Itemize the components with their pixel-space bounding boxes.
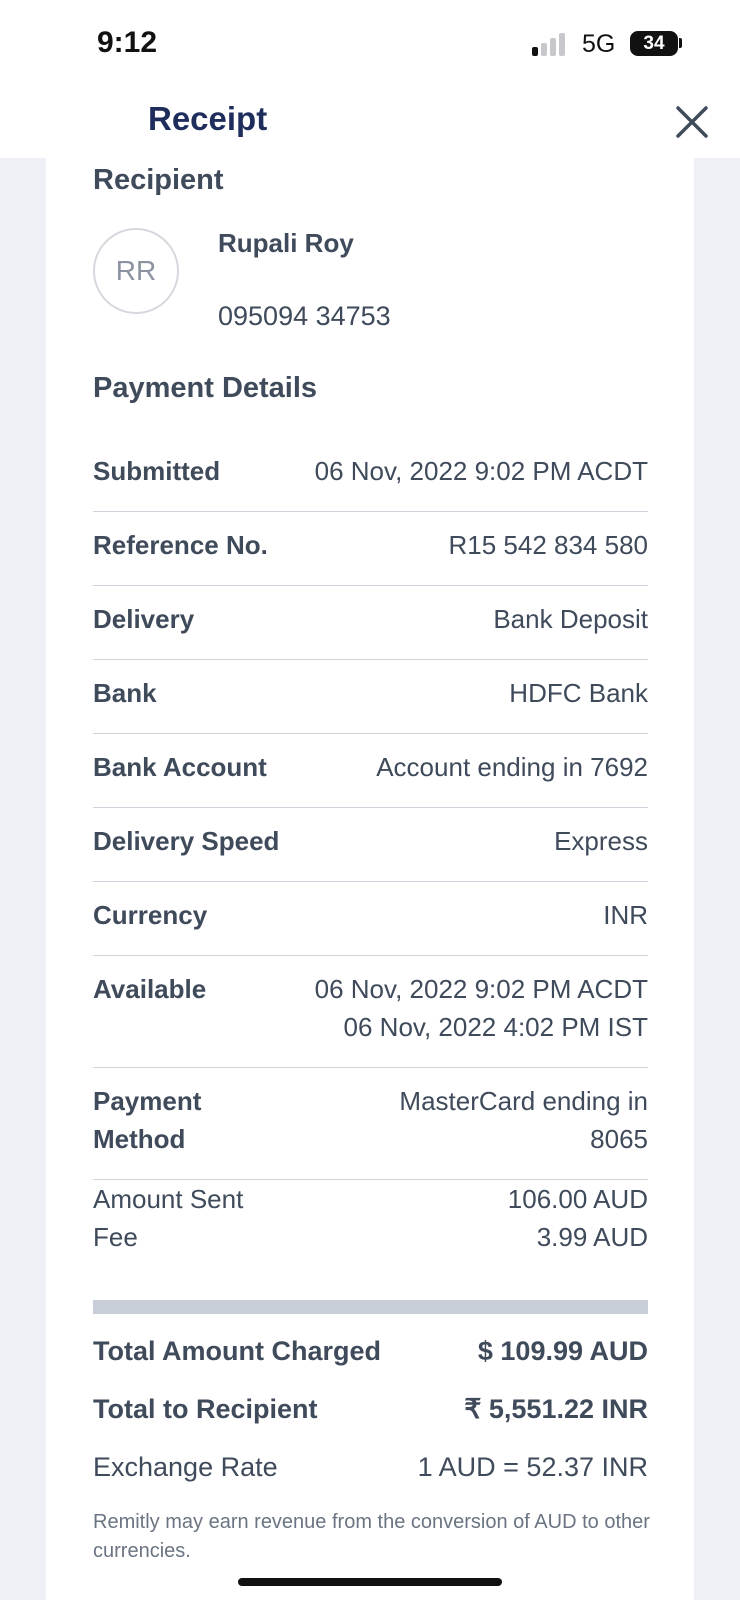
detail-label: Delivery — [93, 604, 195, 634]
detail-label: Submitted — [93, 456, 221, 486]
detail-label: Currency — [93, 900, 208, 930]
close-button[interactable] — [670, 100, 714, 144]
battery-tip — [679, 38, 682, 48]
fee-value: 3.99 AUD — [536, 1222, 648, 1252]
detail-value: INR — [603, 900, 648, 930]
detail-value: Express — [554, 826, 648, 856]
detail-value: MasterCard ending in 8065 — [399, 1086, 648, 1154]
detail-value: HDFC Bank — [509, 678, 648, 708]
fee-row: Fee 3.99 AUD — [93, 1218, 648, 1256]
home-indicator — [238, 1578, 502, 1586]
detail-label: Delivery Speed — [93, 826, 280, 856]
total-recipient-value: ₹ 5,551.22 INR — [464, 1394, 648, 1424]
total-recipient-label: Total to Recipient — [93, 1394, 318, 1424]
exchange-rate-row: Exchange Rate 1 AUD = 52.37 INR — [93, 1450, 648, 1508]
amount-sent-row: Amount Sent 106.00 AUD — [93, 1180, 648, 1218]
receipt-card: Recipient RR Rupali Roy 095094 34753 Pay… — [46, 158, 694, 1600]
fee-label: Fee — [93, 1222, 138, 1252]
battery-icon: 34 — [630, 31, 678, 56]
detail-row-reference: Reference No. R15 542 834 580 — [93, 512, 648, 586]
status-bar: 9:12 5G 34 — [0, 0, 740, 88]
detail-label: Available — [93, 974, 207, 1004]
detail-value: 06 Nov, 2022 9:02 PM ACDT 06 Nov, 2022 4… — [315, 970, 648, 1046]
payment-details-list: Submitted 06 Nov, 2022 9:02 PM ACDT Refe… — [93, 438, 648, 1180]
detail-row-delivery-speed: Delivery Speed Express — [93, 808, 648, 882]
available-time-ist: 06 Nov, 2022 4:02 PM IST — [343, 1012, 648, 1042]
avatar: RR — [93, 228, 179, 314]
total-recipient-row: Total to Recipient ₹ 5,551.22 INR — [93, 1392, 648, 1450]
amount-sent-value: 106.00 AUD — [507, 1184, 648, 1214]
detail-value: Account ending in 7692 — [376, 752, 648, 782]
recipient-section-title: Recipient — [93, 164, 224, 196]
recipient-name: Rupali Roy — [218, 228, 354, 258]
detail-value: Bank Deposit — [493, 604, 648, 634]
exchange-rate-value: 1 AUD = 52.37 INR — [417, 1452, 648, 1482]
detail-value: 06 Nov, 2022 9:02 PM ACDT — [314, 456, 648, 486]
page-title: Receipt — [148, 100, 268, 137]
detail-row-bank: Bank HDFC Bank — [93, 660, 648, 734]
close-icon — [676, 106, 708, 138]
totals-block: Total Amount Charged $ 109.99 AUD Total … — [93, 1334, 648, 1508]
detail-label: Bank Account — [93, 752, 267, 782]
header: Receipt — [0, 88, 740, 158]
detail-row-delivery: Delivery Bank Deposit — [93, 586, 648, 660]
payment-details-title: Payment Details — [93, 372, 318, 404]
total-charged-row: Total Amount Charged $ 109.99 AUD — [93, 1334, 648, 1392]
detail-label: Payment Method — [93, 1086, 202, 1154]
detail-row-payment-method: Payment Method MasterCard ending in 8065 — [93, 1068, 648, 1180]
detail-row-available: Available 06 Nov, 2022 9:02 PM ACDT 06 N… — [93, 956, 648, 1068]
detail-row-submitted: Submitted 06 Nov, 2022 9:02 PM ACDT — [93, 438, 648, 512]
available-time-acdt: 06 Nov, 2022 9:02 PM ACDT — [314, 974, 648, 1004]
exchange-rate-label: Exchange Rate — [93, 1452, 278, 1482]
detail-row-bank-account: Bank Account Account ending in 7692 — [93, 734, 648, 808]
detail-row-currency: Currency INR — [93, 882, 648, 956]
signal-icon — [532, 32, 572, 56]
total-charged-label: Total Amount Charged — [93, 1336, 381, 1366]
amounts-block: Amount Sent 106.00 AUD Fee 3.99 AUD — [93, 1180, 648, 1256]
total-charged-value: $ 109.99 AUD — [477, 1336, 648, 1366]
recipient-phone: 095094 34753 — [218, 301, 391, 331]
network-type: 5G — [582, 30, 616, 58]
disclaimer-text: Remitly may earn revenue from the conver… — [93, 1511, 650, 1562]
detail-value: R15 542 834 580 — [448, 530, 648, 560]
detail-label: Reference No. — [93, 530, 268, 560]
status-time: 9:12 — [97, 26, 158, 59]
divider — [93, 1300, 648, 1314]
amount-sent-label: Amount Sent — [93, 1184, 244, 1214]
detail-label: Bank — [93, 678, 157, 708]
